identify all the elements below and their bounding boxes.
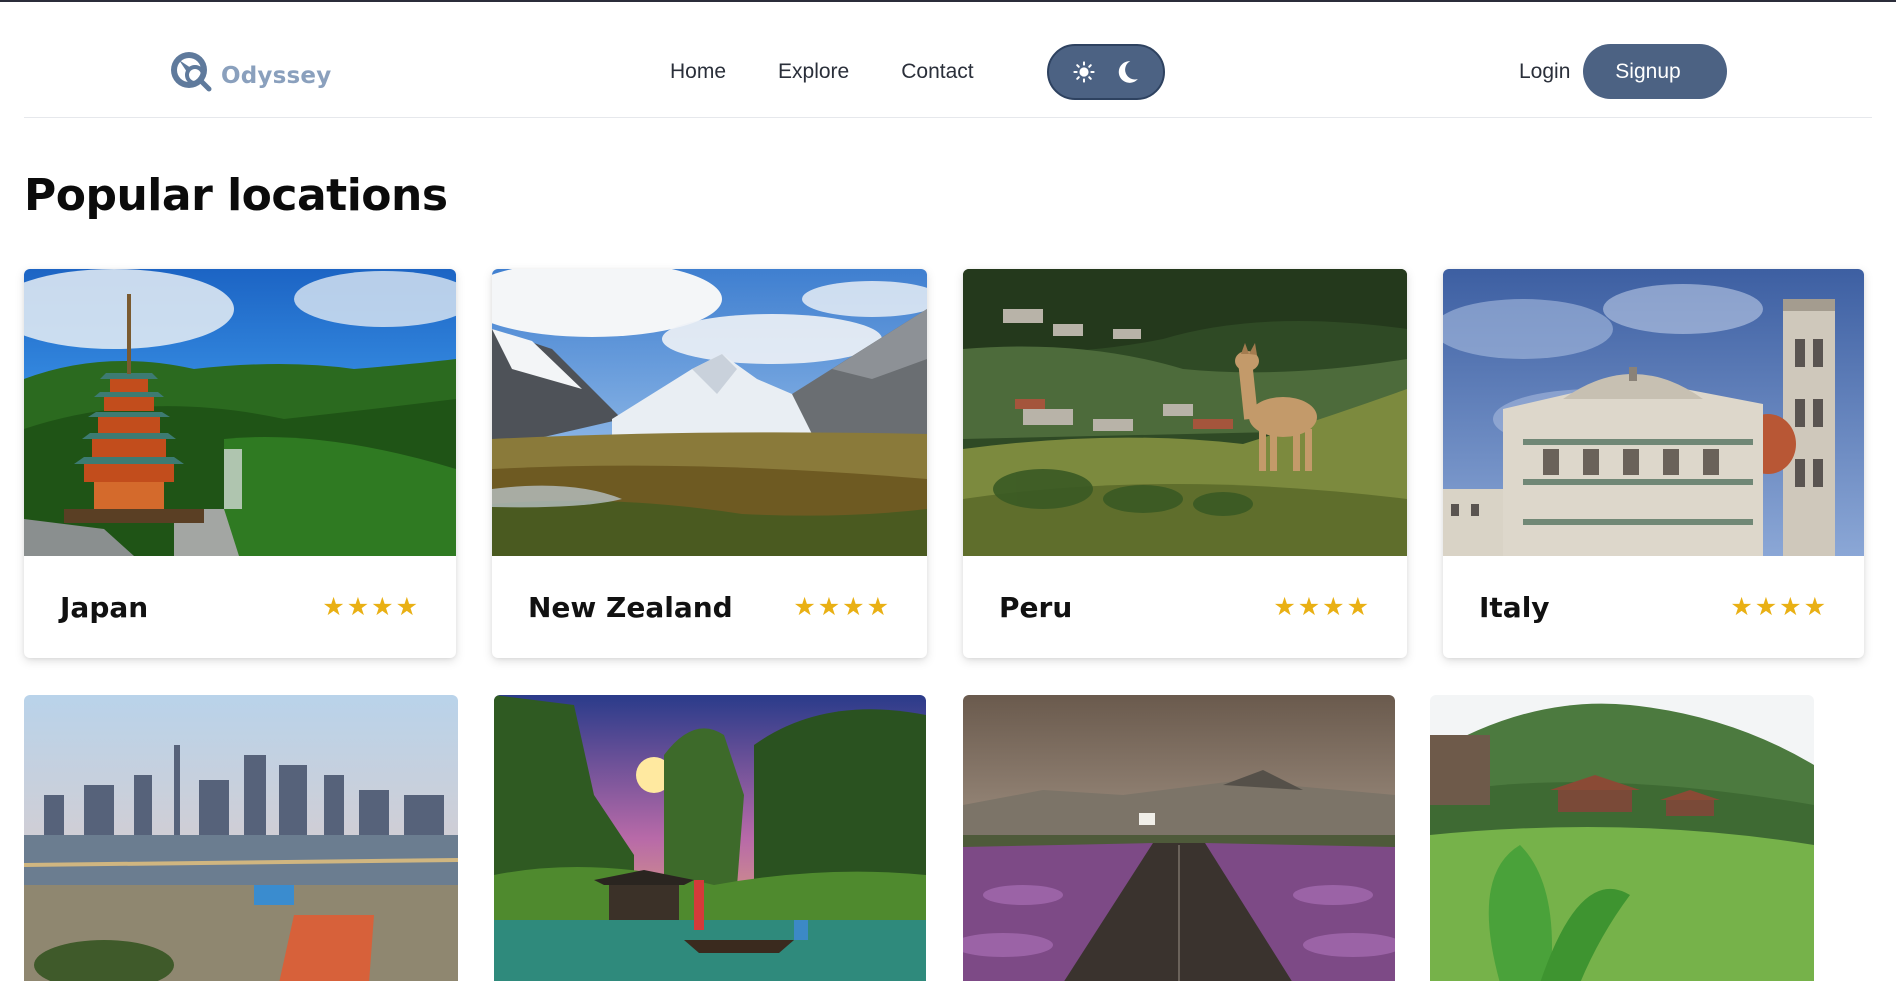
italy-florence-cathedral-image bbox=[1443, 269, 1864, 556]
star-rating: ★★★★ bbox=[1273, 593, 1371, 621]
vietnam-karst-river-image bbox=[494, 695, 926, 981]
moon-icon[interactable] bbox=[1114, 59, 1140, 85]
city-skyline-image bbox=[24, 695, 458, 981]
peru-alpaca-image bbox=[963, 269, 1407, 556]
star-rating: ★★★★ bbox=[1730, 593, 1828, 621]
location-card-new-zealand[interactable]: New Zealand ★★★★ bbox=[492, 269, 927, 658]
lavender-road-image bbox=[963, 695, 1395, 981]
card-footer: New Zealand ★★★★ bbox=[492, 556, 927, 658]
page-title: Popular locations bbox=[24, 170, 448, 221]
login-link[interactable]: Login bbox=[1519, 60, 1570, 84]
card-footer: Japan ★★★★ bbox=[24, 556, 456, 658]
compass-search-icon bbox=[171, 52, 212, 92]
location-card-city-skyline[interactable] bbox=[24, 695, 458, 981]
signup-button[interactable]: Signup bbox=[1583, 44, 1727, 99]
location-card-mountain-resort[interactable] bbox=[1430, 695, 1814, 981]
navbar: Odyssey Home Explore Contact Login Signu… bbox=[24, 2, 1872, 118]
card-footer: Peru ★★★★ bbox=[963, 556, 1407, 658]
card-footer: Italy ★★★★ bbox=[1443, 556, 1864, 658]
japan-pagoda-image bbox=[24, 269, 456, 556]
mountain-resort-image bbox=[1430, 695, 1814, 981]
location-card-japan[interactable]: Japan ★★★★ bbox=[24, 269, 456, 658]
location-card-italy[interactable]: Italy ★★★★ bbox=[1443, 269, 1864, 658]
sun-icon[interactable] bbox=[1072, 61, 1095, 83]
location-name: Japan bbox=[60, 590, 149, 624]
brand-name: Odyssey bbox=[221, 63, 332, 89]
nav-explore[interactable]: Explore bbox=[778, 60, 849, 84]
location-name: New Zealand bbox=[528, 590, 733, 624]
new-zealand-mountains-image bbox=[492, 269, 927, 556]
theme-toggle[interactable] bbox=[1047, 44, 1165, 100]
brand-logo[interactable]: Odyssey bbox=[167, 48, 331, 96]
nav-home[interactable]: Home bbox=[670, 60, 726, 84]
location-name: Italy bbox=[1479, 590, 1550, 624]
location-card-lavender-road[interactable] bbox=[963, 695, 1395, 981]
main-nav: Home Explore Contact bbox=[670, 60, 974, 84]
location-card-vietnam[interactable] bbox=[494, 695, 926, 981]
nav-contact[interactable]: Contact bbox=[901, 60, 973, 84]
star-rating: ★★★★ bbox=[322, 593, 420, 621]
star-rating: ★★★★ bbox=[793, 593, 891, 621]
location-card-peru[interactable]: Peru ★★★★ bbox=[963, 269, 1407, 658]
location-name: Peru bbox=[999, 590, 1073, 624]
